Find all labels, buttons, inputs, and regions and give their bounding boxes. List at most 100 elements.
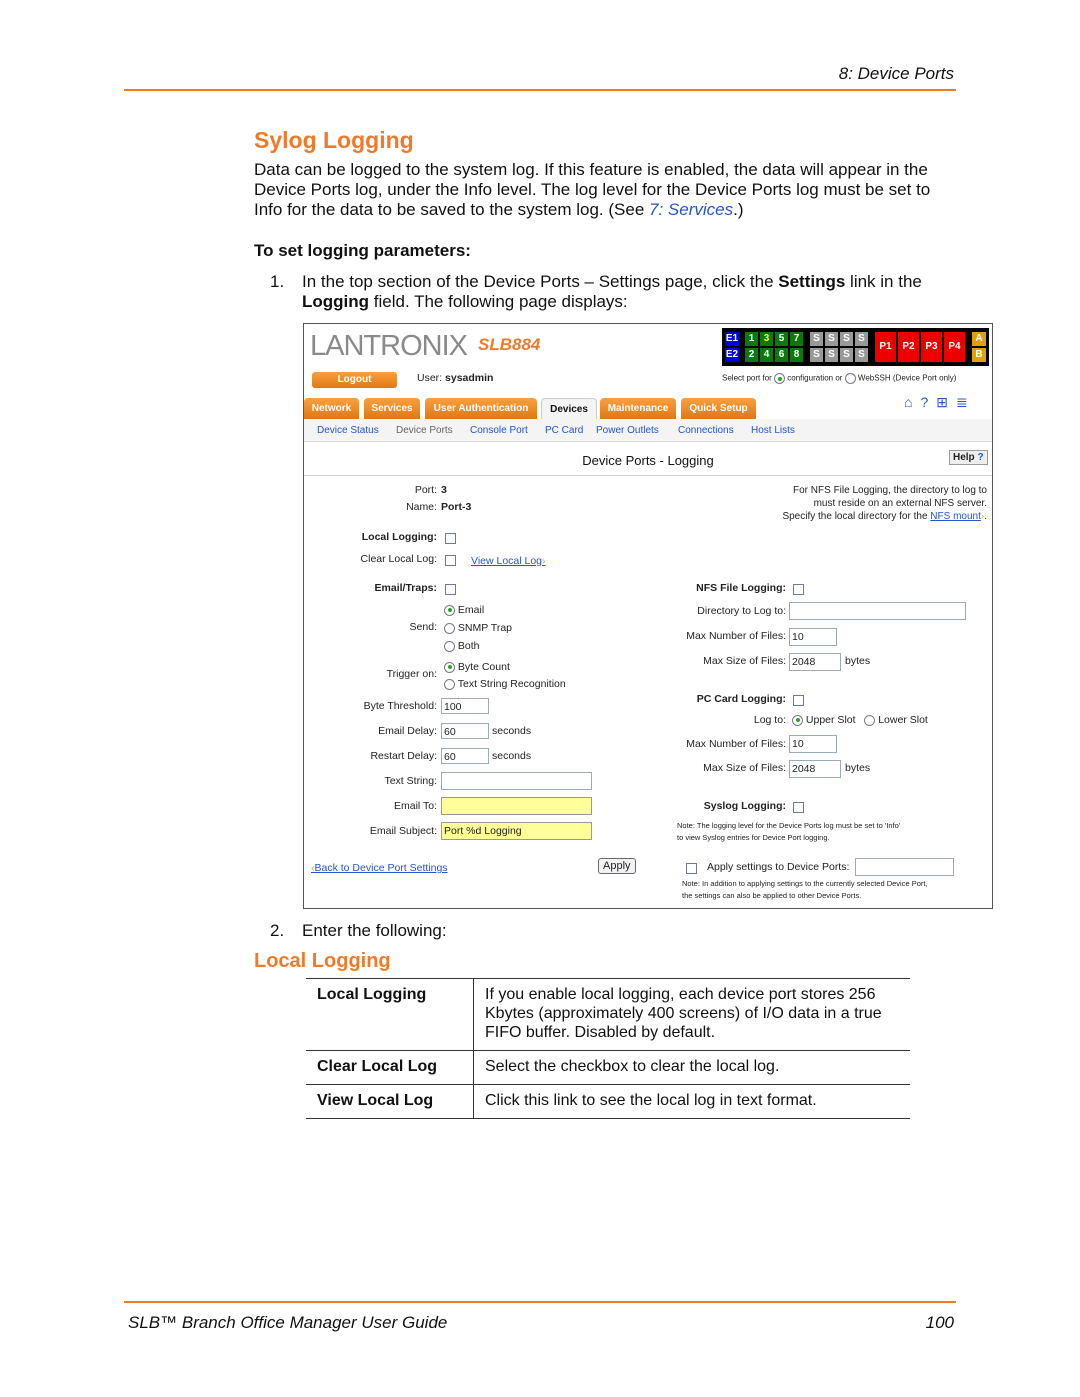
port-slot[interactable]: S [855, 348, 868, 362]
port-slot[interactable]: S [810, 348, 823, 362]
t: In the top section of the Device Ports –… [302, 272, 779, 291]
subnav-host-lists[interactable]: Host Lists [751, 425, 795, 436]
port-1[interactable]: 1 [745, 332, 758, 346]
services-link[interactable]: 7: Services [649, 200, 733, 219]
apply-ports-input[interactable] [855, 858, 954, 876]
port-e2[interactable]: E2 [725, 348, 739, 362]
term: Local Logging [306, 978, 474, 1051]
bytes-unit: bytes [845, 762, 871, 774]
trigger-on-label: Trigger on: [386, 668, 437, 680]
port-slot[interactable]: S [840, 332, 853, 346]
power-p1[interactable]: P1 [875, 332, 896, 362]
port-6[interactable]: 6 [775, 348, 788, 362]
apply-settings-checkbox[interactable] [686, 863, 697, 874]
lower-slot-label: Lower Slot [878, 714, 928, 726]
webssh-label: WebSSH (Device Port only) [857, 373, 957, 383]
back-to-device-port-settings-link[interactable]: ‹Back to Device Port Settings [311, 862, 448, 874]
list-icon[interactable]: ≣ [956, 394, 976, 410]
back-label: Back to Device Port Settings [314, 862, 448, 874]
clear-local-log-checkbox[interactable] [445, 555, 456, 566]
trigger-text-string-radio[interactable] [444, 678, 455, 690]
port-slot[interactable]: S [855, 332, 868, 346]
directory-input[interactable] [789, 602, 966, 620]
home-icon[interactable]: ⌂ [904, 394, 920, 410]
directory-label: Directory to Log to: [697, 605, 786, 617]
clear-local-log-label: Clear Local Log: [360, 553, 437, 565]
tab-quick-setup[interactable]: Quick Setup [681, 398, 756, 419]
t: field. The following page displays: [369, 292, 628, 311]
power-p2[interactable]: P2 [898, 332, 919, 362]
send-both-radio[interactable] [444, 640, 455, 652]
nfs-max-size-input[interactable]: 2048 [789, 653, 841, 671]
port-e1[interactable]: E1 [725, 332, 739, 346]
subnav-pc-card[interactable]: PC Card [545, 425, 583, 436]
pc-max-files-input[interactable]: 10 [789, 735, 837, 753]
t: link in the [845, 272, 922, 291]
chapter-header: 8: Device Ports [838, 64, 954, 83]
port-2[interactable]: 2 [745, 348, 758, 362]
text-string-label: Text String: [384, 775, 437, 787]
text-string-input[interactable] [441, 772, 592, 790]
syslog-logging-checkbox[interactable] [793, 802, 804, 813]
t: Specify the local directory for the [782, 511, 931, 522]
port-slot[interactable]: S [825, 332, 838, 346]
subnav-device-ports[interactable]: Device Ports [396, 425, 453, 436]
help-button[interactable]: Help ? [949, 450, 988, 465]
para-text: .) [733, 200, 744, 219]
power-p3[interactable]: P3 [921, 332, 942, 362]
upper-slot-radio[interactable] [792, 714, 803, 726]
email-subject-input[interactable]: Port %d Logging [441, 822, 592, 840]
webssh-radio[interactable] [844, 373, 856, 384]
port-slot[interactable]: S [840, 348, 853, 362]
nfs-mount-link[interactable]: NFS mount [930, 511, 981, 522]
lower-slot-radio[interactable] [864, 714, 876, 726]
configuration-label: configuration or [787, 373, 843, 383]
port-slot[interactable]: S [825, 348, 838, 362]
port-a[interactable]: A [972, 332, 986, 346]
nfs-file-logging-checkbox[interactable] [793, 584, 804, 595]
port-4[interactable]: 4 [760, 348, 773, 362]
page-title: Device Ports - Logging [582, 453, 714, 468]
apply-button[interactable]: Apply [598, 858, 636, 874]
section-title: Sylog Logging [254, 127, 414, 153]
port-3[interactable]: 3 [760, 332, 773, 346]
pc-card-logging-checkbox[interactable] [793, 695, 804, 706]
bytes-unit: bytes [845, 655, 871, 667]
tab-user-authentication[interactable]: User Authentication [425, 398, 537, 419]
log-to-label: Log to: [753, 714, 786, 726]
document-page: 8: Device Ports Sylog Logging Data can b… [0, 0, 1080, 1397]
help-icon[interactable]: ? [920, 394, 936, 410]
tab-devices[interactable]: Devices [541, 398, 597, 420]
port-5[interactable]: 5 [775, 332, 788, 346]
port-b[interactable]: B [972, 348, 986, 362]
subnav-power-outlets[interactable]: Power Outlets [596, 425, 659, 436]
intro-paragraph: Data can be logged to the system log. If… [254, 160, 954, 220]
power-p4[interactable]: P4 [944, 332, 965, 362]
tab-network[interactable]: Network [304, 398, 359, 419]
email-delay-label: Email Delay: [378, 725, 437, 737]
subnav-connections[interactable]: Connections [678, 425, 734, 436]
table-row: Local Logging If you enable local logging… [306, 978, 910, 1051]
page-number: 100 [925, 1313, 954, 1332]
port-8[interactable]: 8 [790, 348, 803, 362]
nfs-max-files-input[interactable]: 10 [789, 628, 837, 646]
subnav-device-status[interactable]: Device Status [317, 425, 379, 436]
local-logging-label: Local Logging: [361, 531, 437, 543]
logout-button[interactable]: Logout [312, 372, 397, 388]
name-value: Port-3 [441, 501, 472, 513]
model-name: SLB884 [478, 335, 541, 354]
configuration-radio[interactable] [774, 373, 786, 384]
port-7[interactable]: 7 [790, 332, 803, 346]
local-logging-checkbox[interactable] [445, 533, 456, 544]
description: Click this link to see the local log in … [473, 1084, 910, 1119]
footer-title: SLB™ Branch Office Manager User Guide [128, 1313, 448, 1332]
email-subject-label: Email Subject: [369, 825, 437, 837]
port-slot[interactable]: S [810, 332, 823, 346]
para-text: Data can be logged to the system log. If… [254, 160, 931, 219]
tab-services[interactable]: Services [364, 398, 420, 419]
subnav-console-port[interactable]: Console Port [470, 425, 528, 436]
pc-max-size-input[interactable]: 2048 [789, 760, 841, 778]
tab-maintenance[interactable]: Maintenance [600, 398, 676, 419]
view-local-log-link[interactable]: View Local Log› [471, 555, 546, 567]
expand-icon[interactable]: ⊞ [936, 394, 956, 410]
